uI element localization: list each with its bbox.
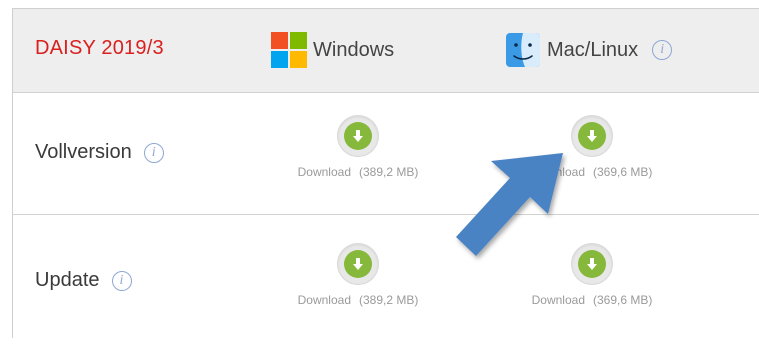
table-header: DAISY 2019/3 Windows Mac/Linux i [13,9,759,93]
download-link-text: Download [531,293,585,307]
file-size: (389,2 MB) [359,165,419,179]
windows-column-header: Windows [271,31,394,69]
download-arrow-icon [587,258,597,270]
download-button[interactable] [571,243,613,285]
row-title: Update [35,269,100,291]
download-arrow-icon [353,130,363,142]
windows-logo-icon [271,32,307,68]
mac-column-header: Mac/Linux i [505,31,673,69]
file-size: (369,6 MB) [593,293,653,307]
windows-label: Windows [313,38,395,61]
download-cell-windows: Download (389,2 MB) [263,243,453,307]
download-button[interactable] [337,115,379,157]
table-row: Vollversion i Download (389,2 MB) Downlo… [13,93,759,215]
row-label: Update i [35,269,132,292]
download-link[interactable]: Download (369,6 MB) [532,165,653,179]
download-cell-mac: Download (369,6 MB) [497,115,687,179]
download-button[interactable] [571,115,613,157]
download-link[interactable]: Download (389,2 MB) [298,165,419,179]
download-cell-windows: Download (389,2 MB) [263,115,453,179]
download-link[interactable]: Download (369,6 MB) [532,293,653,307]
info-icon[interactable]: i [143,142,164,163]
file-size: (369,6 MB) [593,165,653,179]
download-link[interactable]: Download (389,2 MB) [298,293,419,307]
info-icon[interactable]: i [652,40,673,60]
download-link-text: Download [297,293,351,307]
download-cell-mac: Download (369,6 MB) [497,243,687,307]
product-title: DAISY 2019/3 [35,37,164,59]
download-table: DAISY 2019/3 Windows Mac/Linux i Vollver… [12,8,759,338]
row-title: Vollversion [35,141,132,163]
info-icon[interactable]: i [111,270,132,291]
table-row: Update i Download (389,2 MB) Download (3… [13,215,759,345]
download-button[interactable] [337,243,379,285]
download-link-text: Download [297,165,351,179]
row-label: Vollversion i [35,141,164,164]
file-size: (389,2 MB) [359,293,419,307]
download-link-text: Download [531,165,585,179]
mac-label: Mac/Linux [547,38,639,61]
download-arrow-icon [587,130,597,142]
download-arrow-icon [353,258,363,270]
finder-icon [506,33,540,67]
